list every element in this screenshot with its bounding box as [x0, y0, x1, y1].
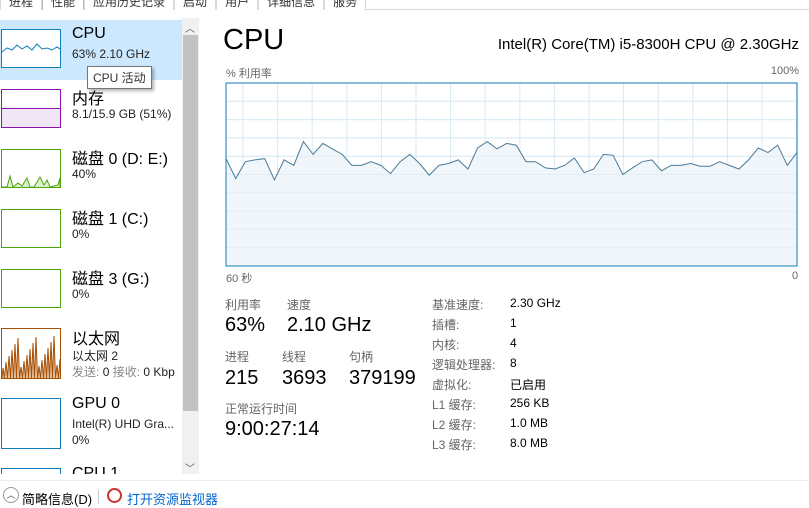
- detail-row: L3 缓存: 8.0 MB: [432, 436, 632, 453]
- detail-label: L2 缓存:: [432, 418, 476, 432]
- gpu0-name: Intel(R) UHD Gra...: [72, 417, 174, 431]
- cpu1-thumbnail: [1, 468, 61, 474]
- y-max-label: 100%: [771, 65, 799, 77]
- disk1-sub: 0%: [72, 227, 89, 241]
- memory-sub: 8.1/15.9 GB (51%): [72, 107, 171, 121]
- scroll-up-icon[interactable]: ︿: [185, 20, 195, 35]
- detail-row: 内核: 4: [432, 336, 632, 353]
- disk0-sub: 40%: [72, 167, 96, 181]
- speed-label: 速度: [287, 296, 311, 313]
- uptime-label: 正常运行时间: [225, 400, 297, 417]
- gpu0-title: GPU 0: [72, 395, 120, 413]
- uptime-value: 9:00:27:14: [225, 418, 320, 441]
- open-resource-monitor-link[interactable]: 打开资源监视器: [127, 489, 218, 508]
- ethernet-adapter: 以太网 2: [72, 347, 118, 364]
- util-label: 利用率: [225, 296, 261, 313]
- detail-value: 256 KB: [510, 396, 549, 410]
- tab-bar: 进程性能应用历史记录启动用户详细信息服务: [0, 0, 809, 10]
- x-min-label: 60 秒: [226, 270, 252, 286]
- disk3-title: 磁盘 3 (G:): [72, 265, 149, 289]
- brief-info-button[interactable]: 简略信息(D): [22, 489, 92, 508]
- cpu1-title: CPU 1: [72, 465, 119, 474]
- detail-value: 1.0 MB: [510, 416, 548, 430]
- handles-value: 379199: [349, 367, 416, 390]
- ethernet-thumbnail: [1, 328, 61, 379]
- util-value: 63%: [225, 314, 265, 337]
- disk3-sub: 0%: [72, 287, 89, 301]
- detail-label: 基准速度:: [432, 298, 483, 312]
- detail-label: 内核:: [432, 338, 459, 352]
- handles-label: 句柄: [349, 348, 373, 365]
- detail-value: 1: [510, 316, 517, 330]
- sidebar-item-ethernet[interactable]: 以太网 以太网 2 发送: 0 接收: 0 Kbp: [0, 320, 182, 390]
- tab-0[interactable]: 进程: [0, 0, 42, 10]
- recv-value: 0 Kbp: [143, 365, 174, 379]
- y-axis-label: % 利用率: [226, 65, 272, 81]
- tab-2[interactable]: 应用历史记录: [84, 0, 174, 10]
- sidebar-item-memory[interactable]: 内存 8.1/15.9 GB (51%): [0, 80, 182, 140]
- detail-row: 虚拟化: 已启用: [432, 376, 632, 393]
- disk1-title: 磁盘 1 (C:): [72, 205, 148, 229]
- detail-value: 已启用: [510, 376, 546, 393]
- scroll-down-icon[interactable]: ﹀: [185, 460, 195, 475]
- detail-row: 插槽: 1: [432, 316, 632, 333]
- speed-value: 2.10 GHz: [287, 314, 371, 337]
- send-value: 0: [103, 365, 110, 379]
- sidebar-item-disk3[interactable]: 磁盘 3 (G:) 0%: [0, 260, 182, 320]
- sidebar-item-gpu0[interactable]: GPU 0 Intel(R) UHD Gra... 0%: [0, 390, 182, 460]
- sidebar-item-disk1[interactable]: 磁盘 1 (C:) 0%: [0, 200, 182, 260]
- ethernet-title: 以太网: [72, 325, 120, 349]
- detail-label: 插槽:: [432, 318, 459, 332]
- send-label: 发送:: [72, 365, 99, 379]
- sidebar-item-disk0[interactable]: 磁盘 0 (D: E:) 40%: [0, 140, 182, 200]
- detail-value: 2.30 GHz: [510, 296, 561, 310]
- disk0-thumbnail: [1, 149, 61, 188]
- scrollbar-thumb[interactable]: [183, 35, 198, 411]
- detail-label: L3 缓存:: [432, 438, 476, 452]
- gpu0-util: 0%: [72, 433, 89, 447]
- gpu0-thumbnail: [1, 398, 61, 449]
- detail-value: 4: [510, 336, 517, 350]
- detail-row: 基准速度: 2.30 GHz: [432, 296, 632, 313]
- threads-label: 线程: [282, 348, 306, 365]
- tab-6[interactable]: 服务: [324, 0, 366, 10]
- processes-label: 进程: [225, 348, 249, 365]
- x-max-label: 0: [792, 270, 798, 282]
- divider: [98, 490, 99, 504]
- detail-value: 8: [510, 356, 517, 370]
- collapse-chevron-icon[interactable]: ︿: [3, 487, 19, 503]
- tooltip: CPU 活动: [87, 66, 152, 89]
- detail-label: 逻辑处理器:: [432, 358, 495, 372]
- cpu-thumbnail: [1, 29, 61, 68]
- cpu-title: CPU: [72, 25, 106, 43]
- page-title: CPU: [223, 24, 284, 57]
- cpu-model: Intel(R) Core(TM) i5-8300H CPU @ 2.30GHz: [498, 36, 799, 53]
- tab-3[interactable]: 启动: [174, 0, 216, 10]
- cpu-sub: 63% 2.10 GHz: [72, 47, 150, 61]
- disk0-title: 磁盘 0 (D: E:): [72, 145, 168, 169]
- threads-value: 3693: [282, 367, 327, 390]
- detail-label: 虚拟化:: [432, 378, 471, 392]
- footer: ︿ 简略信息(D) 打开资源监视器: [0, 480, 809, 504]
- disk3-thumbnail: [1, 269, 61, 308]
- memory-thumbnail: [1, 89, 61, 128]
- cpu-utilization-chart: [225, 82, 798, 267]
- detail-value: 8.0 MB: [510, 436, 548, 450]
- ethernet-spikes: [2, 336, 60, 378]
- detail-row: 逻辑处理器: 8: [432, 356, 632, 373]
- processes-value: 215: [225, 367, 258, 390]
- sidebar-item-cpu1[interactable]: CPU 1: [0, 460, 182, 474]
- detail-row: L1 缓存: 256 KB: [432, 396, 632, 413]
- disk1-thumbnail: [1, 209, 61, 248]
- resource-monitor-icon: [107, 488, 122, 503]
- detail-label: L1 缓存:: [432, 398, 476, 412]
- tab-1[interactable]: 性能: [42, 0, 84, 10]
- recv-label: 接收:: [113, 365, 140, 379]
- detail-row: L2 缓存: 1.0 MB: [432, 416, 632, 433]
- tab-5[interactable]: 详细信息: [258, 0, 324, 10]
- tab-4[interactable]: 用户: [216, 0, 258, 10]
